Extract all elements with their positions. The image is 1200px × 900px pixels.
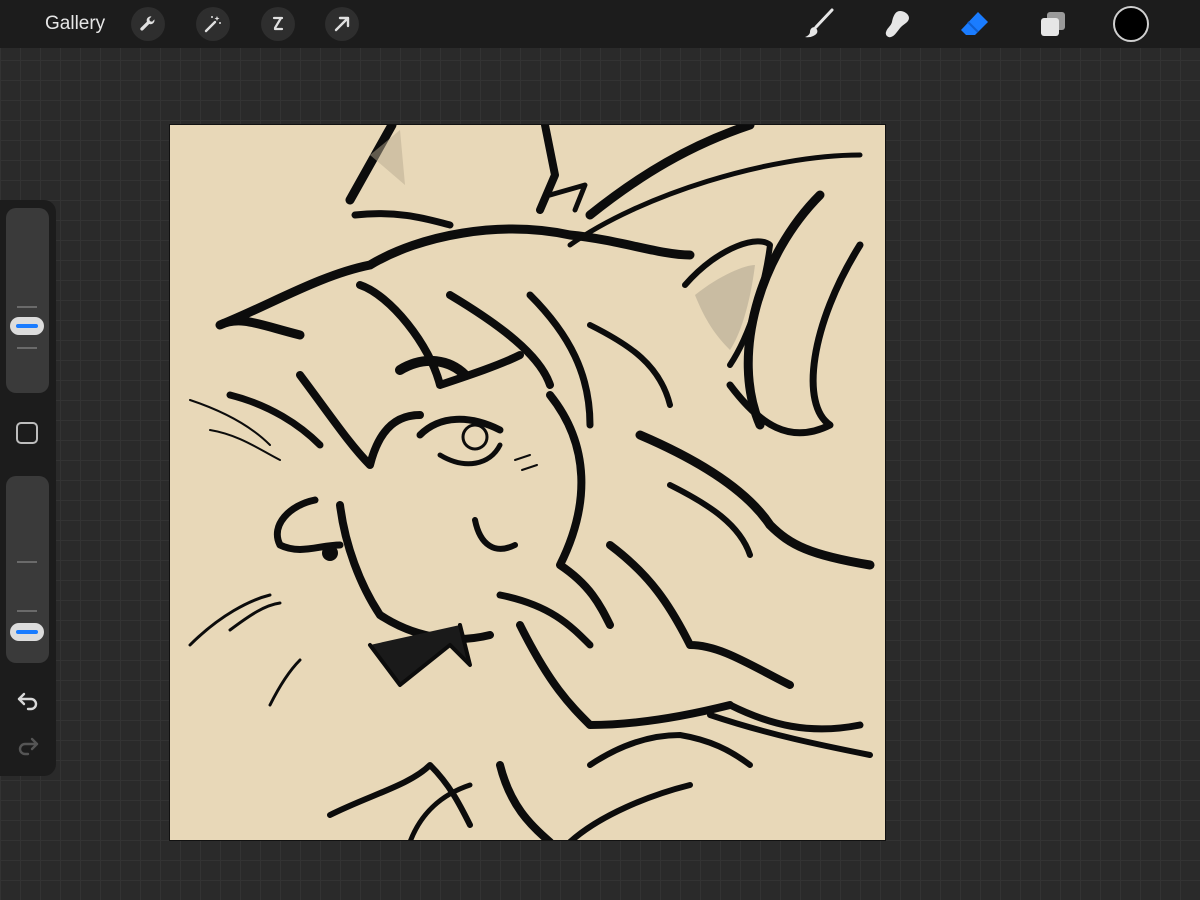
undo-icon[interactable] — [12, 687, 44, 715]
smudge-icon[interactable] — [879, 6, 915, 42]
slider-tick — [17, 610, 37, 612]
brush-size-slider[interactable] — [6, 208, 49, 393]
modify-square-button[interactable] — [16, 422, 38, 444]
top-toolbar: Gallery — [0, 0, 1200, 48]
wrench-icon[interactable] — [131, 7, 165, 41]
eraser-icon[interactable] — [957, 6, 993, 42]
slider-tick — [17, 561, 37, 563]
layers-icon[interactable] — [1035, 6, 1071, 42]
gallery-button[interactable]: Gallery — [45, 13, 105, 35]
slider-tick — [17, 306, 37, 308]
color-picker-swatch[interactable] — [1113, 6, 1149, 42]
transform-arrow-icon[interactable] — [325, 7, 359, 41]
opacity-thumb[interactable] — [10, 623, 44, 641]
slider-tick — [17, 347, 37, 349]
brush-size-thumb[interactable] — [10, 317, 44, 335]
opacity-slider[interactable] — [6, 476, 49, 663]
magic-wand-icon[interactable] — [196, 7, 230, 41]
selection-icon[interactable] — [261, 7, 295, 41]
brush-icon[interactable] — [801, 6, 837, 42]
wolf-line-art — [188, 125, 875, 840]
redo-icon[interactable] — [12, 732, 44, 760]
left-sidebar — [0, 200, 56, 776]
drawing-canvas[interactable] — [169, 124, 886, 841]
